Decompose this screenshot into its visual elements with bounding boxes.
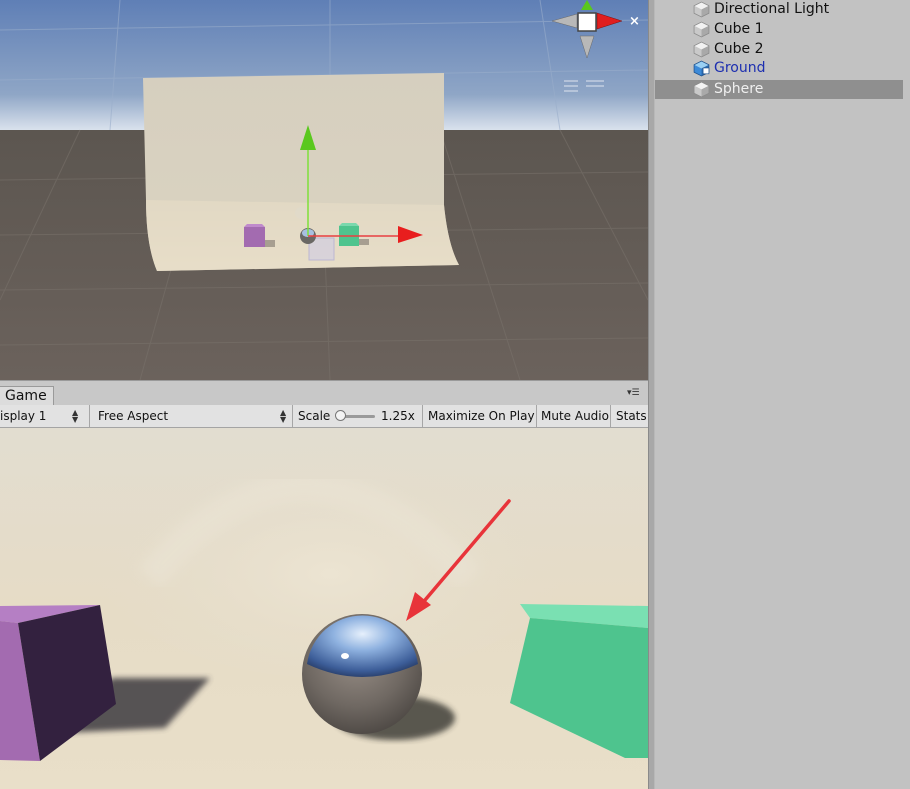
scene-view[interactable]: × <box>0 0 648 380</box>
game-view[interactable] <box>0 428 648 789</box>
aspect-dropdown[interactable]: Free Aspect <box>98 405 168 427</box>
display-dropdown-arrow-icon: ▲ ▼ <box>72 408 79 424</box>
scale-label: Scale <box>298 409 331 423</box>
scale-value: 1.25x <box>381 409 415 423</box>
tab-game[interactable]: Game <box>0 386 54 406</box>
scale-slider-knob[interactable] <box>335 410 346 421</box>
game-toolbar: isplay 1 ▲ ▼ Free Aspect ▲ ▼ Scale 1.25x M… <box>0 405 648 428</box>
gameobject-cube-icon <box>693 1 710 18</box>
panel-menu-icon[interactable]: ▾☰ <box>627 388 640 398</box>
hierarchy-panel: Directional Light Cube 1 Cube 2 Ground S… <box>655 0 910 789</box>
display-dropdown[interactable]: isplay 1 <box>0 405 46 427</box>
hierarchy-item-ground[interactable]: Ground <box>655 59 903 78</box>
hierarchy-item-label: Cube 1 <box>714 21 764 37</box>
gameobject-cube-icon <box>693 21 710 38</box>
gameobject-cube-icon <box>693 81 710 98</box>
hierarchy-item-sphere[interactable]: Sphere <box>655 80 903 99</box>
stats-button[interactable]: Stats <box>616 405 647 427</box>
hierarchy-item-label: Directional Light <box>714 1 830 17</box>
hierarchy-item-cube-2[interactable]: Cube 2 <box>655 40 903 59</box>
game-panel-header: Game ▾☰ <box>0 380 648 406</box>
gameobject-cube-icon <box>693 41 710 58</box>
hierarchy-item-label: Sphere <box>714 81 764 97</box>
mute-audio-button[interactable]: Mute Audio <box>541 405 609 427</box>
hierarchy-item-label: Cube 2 <box>714 41 764 57</box>
hierarchy-item-directional-light[interactable]: Directional Light <box>655 0 903 19</box>
hierarchy-item-cube-1[interactable]: Cube 1 <box>655 20 903 39</box>
prefab-cube-icon <box>693 60 710 77</box>
aspect-dropdown-arrow-icon: ▲ ▼ <box>280 408 287 424</box>
maximize-on-play-button[interactable]: Maximize On Play <box>428 405 535 427</box>
hierarchy-item-label: Ground <box>714 60 766 76</box>
svg-text:×: × <box>629 14 640 29</box>
panel-divider[interactable] <box>648 0 655 789</box>
